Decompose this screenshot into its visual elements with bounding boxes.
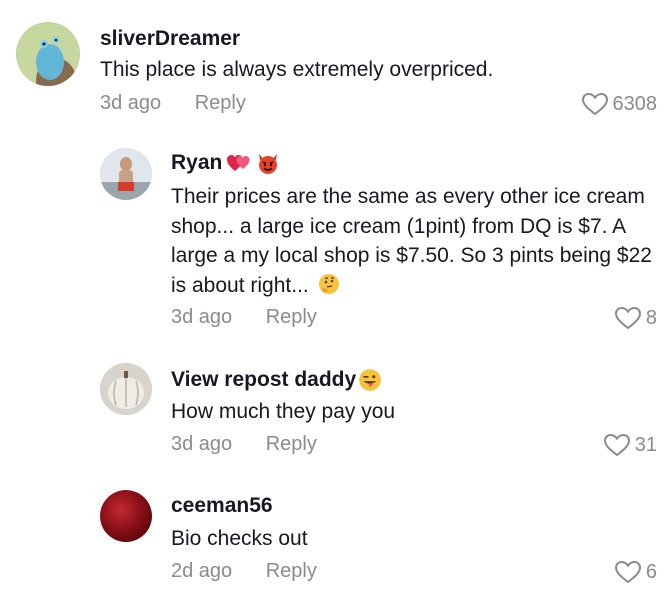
comment-text-content: Their prices are the same as every other…	[171, 185, 652, 297]
like-button[interactable]: 31	[603, 433, 657, 457]
reply-button[interactable]: Reply	[266, 306, 317, 328]
like-count: 8	[645, 306, 657, 329]
like-count: 6	[645, 560, 657, 583]
comment-text: Bio checks out	[171, 527, 308, 550]
like-button[interactable]: 8	[614, 306, 657, 330]
comment-username[interactable]: View repost daddy	[171, 367, 383, 393]
reply-button[interactable]: Reply	[266, 433, 317, 455]
like-count: 31	[634, 433, 657, 456]
heart-icon	[614, 306, 641, 330]
username-text[interactable]: Ryan	[171, 151, 222, 175]
comment-meta: 3d ago Reply	[171, 306, 317, 329]
heart-icon	[614, 560, 641, 584]
comment-text: Their prices are the same as every other…	[171, 182, 659, 300]
avatar[interactable]	[100, 148, 152, 200]
comment-meta: 3d ago Reply	[100, 92, 246, 115]
comment-time: 2d ago	[171, 560, 233, 582]
winking-tongue-emoji-icon	[359, 369, 382, 391]
comment-text: How much they pay you	[171, 400, 396, 423]
username-text[interactable]: sliverDreamer	[100, 27, 240, 51]
username-text[interactable]: View repost daddy	[171, 368, 356, 392]
username-text[interactable]: ceeman56	[171, 494, 273, 518]
like-button[interactable]: 6308	[581, 92, 658, 116]
comment-username[interactable]: sliverDreamer	[100, 27, 240, 51]
reply-button[interactable]: Reply	[266, 560, 317, 582]
comment-text: This place is always extremely overprice…	[100, 58, 494, 81]
avatar-image	[100, 363, 152, 415]
like-count: 6308	[612, 92, 658, 115]
reply-button[interactable]: Reply	[195, 92, 246, 114]
thinking-face-emoji-icon	[318, 273, 339, 294]
comment-username[interactable]: Ryan	[171, 151, 280, 175]
avatar[interactable]	[100, 363, 152, 415]
comment-meta: 3d ago Reply	[171, 433, 317, 456]
like-button[interactable]: 6	[614, 560, 657, 584]
comment-username[interactable]: ceeman56	[171, 494, 273, 518]
comment-meta: 2d ago Reply	[171, 560, 317, 583]
heart-icon	[603, 433, 630, 457]
heart-icon	[581, 92, 608, 116]
avatar-image	[100, 148, 152, 200]
avatar[interactable]	[100, 490, 152, 542]
hearts-emoji-icon	[227, 155, 250, 171]
avatar[interactable]	[16, 22, 80, 86]
comment-time: 3d ago	[171, 433, 233, 455]
comment-time: 3d ago	[171, 306, 233, 328]
comment-time: 3d ago	[100, 92, 162, 114]
smiling-devil-emoji-icon	[259, 154, 278, 174]
avatar-image	[16, 22, 80, 86]
